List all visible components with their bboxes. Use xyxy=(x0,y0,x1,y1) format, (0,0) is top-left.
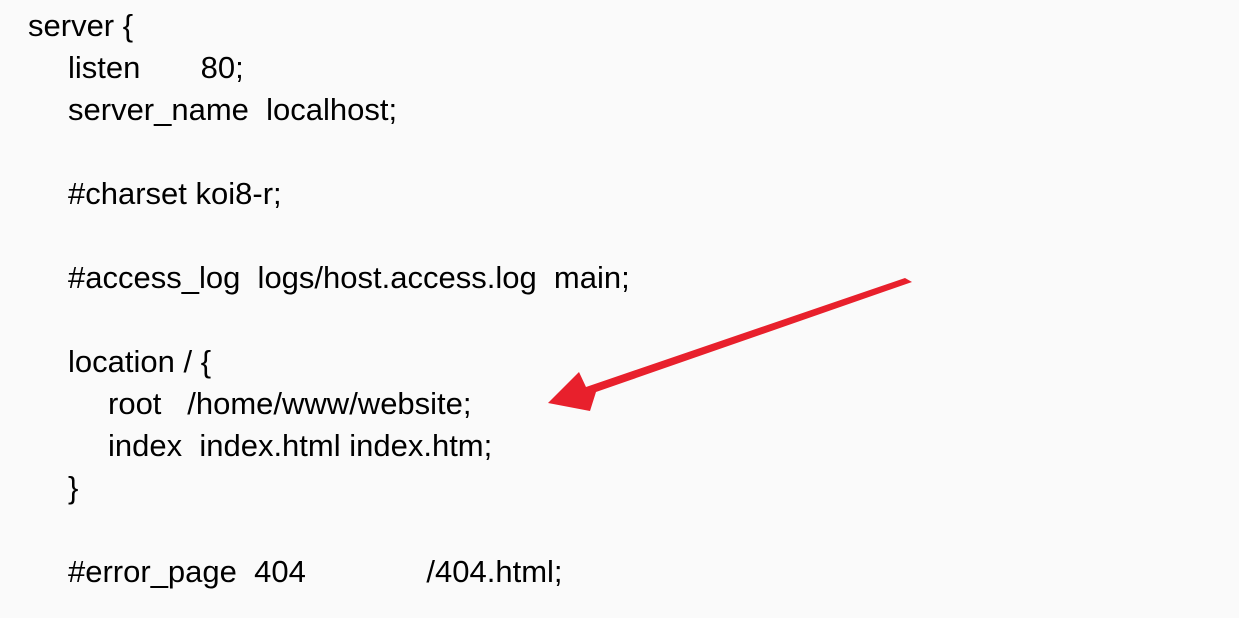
code-line-server-open: server { xyxy=(28,8,134,43)
code-line-charset: #charset koi8-r; xyxy=(68,176,282,211)
code-line-root: root /home/www/website; xyxy=(108,386,472,421)
code-line-blank-2 xyxy=(28,215,630,257)
code-line-blank-3 xyxy=(28,299,630,341)
code-line-location-close: } xyxy=(68,470,79,505)
code-line-location-open: location / { xyxy=(68,344,212,379)
code-line-server-name: server_name localhost; xyxy=(68,92,398,127)
code-line-listen: listen 80; xyxy=(68,50,244,85)
code-line-blank-1 xyxy=(28,131,630,173)
code-line-index: index index.html index.htm; xyxy=(108,428,493,463)
code-line-error-page: #error_page 404 /404.html; xyxy=(68,554,563,589)
code-screenshot: server { listen 80; server_name localhos… xyxy=(0,0,1239,618)
nginx-config-code: server { listen 80; server_name localhos… xyxy=(28,5,630,593)
code-line-blank-4 xyxy=(28,509,630,551)
code-line-access-log: #access_log logs/host.access.log main; xyxy=(68,260,630,295)
